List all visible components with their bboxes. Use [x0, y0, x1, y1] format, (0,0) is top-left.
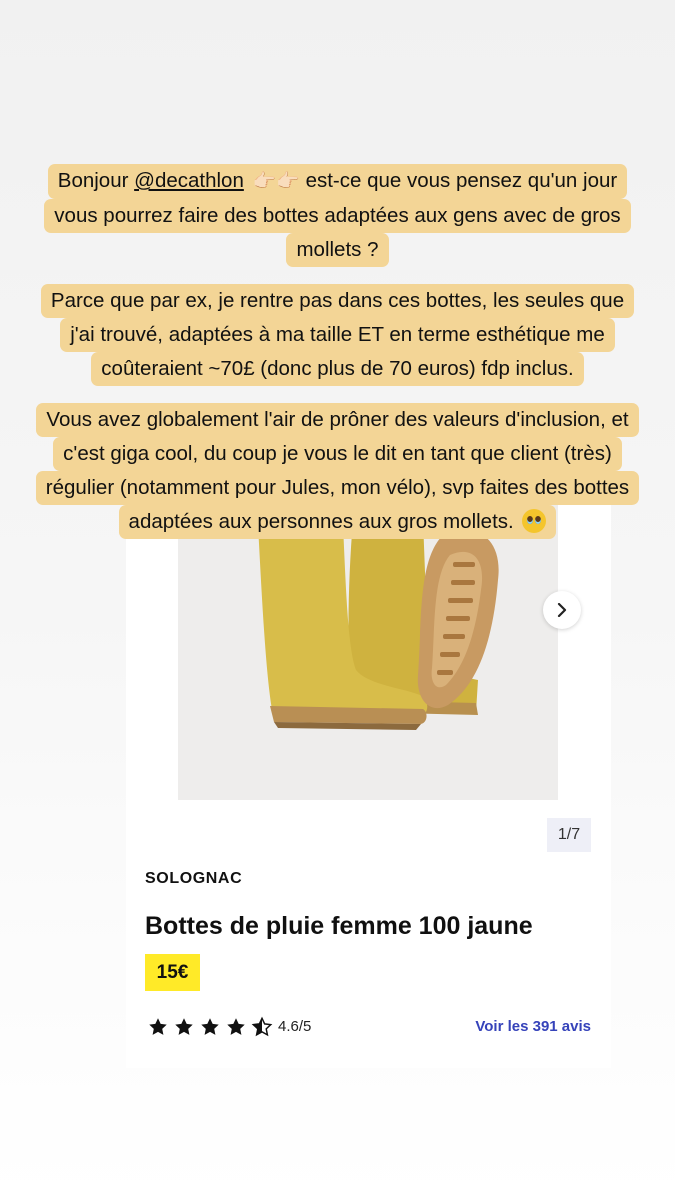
pleading-face-icon [522, 509, 547, 533]
caption-text: adaptées aux personnes aux gros mollets. [128, 510, 514, 533]
caption-line: mollets ? [286, 233, 389, 267]
star-rating [147, 1016, 273, 1038]
product-title: Bottes de pluie femme 100 jaune [145, 912, 533, 940]
next-image-button[interactable] [543, 591, 581, 629]
caption-line: adaptées aux personnes aux gros mollets. [118, 505, 557, 539]
see-reviews-link[interactable]: Voir les 391 avis [475, 1018, 591, 1035]
caption-line: Parce que par ex, je rentre pas dans ces… [40, 284, 635, 318]
product-price: 15€ [145, 954, 200, 991]
caption-paragraph-2: Parce que par ex, je rentre pas dans ces… [40, 284, 635, 386]
star-full-icon [201, 1018, 219, 1035]
caption-line: j'ai trouvé, adaptées à ma taille ET en … [60, 318, 615, 352]
caption-paragraph-1: Bonjour @decathlon 👉🏻👉🏻 est-ce que vous … [44, 164, 631, 267]
mention-link[interactable]: @decathlon [134, 169, 244, 192]
caption-line: coûteraient ~70£ (donc plus de 70 euros)… [91, 352, 584, 386]
star-full-icon [227, 1018, 245, 1035]
chevron-right-icon [557, 603, 567, 617]
image-counter: 1/7 [547, 818, 591, 852]
caption-line: c'est giga cool, du coup je vous le dit … [53, 437, 622, 471]
caption-line: Vous avez globalement l'air de prôner de… [36, 403, 639, 437]
caption-line: vous pourrez faire des bottes adaptées a… [44, 199, 631, 233]
product-brand[interactable]: SOLOGNAC [145, 870, 242, 888]
caption-text: est-ce que vous pensez qu'un jour [299, 169, 618, 192]
rating-value: 4.6/5 [278, 1018, 312, 1035]
caption-line: Bonjour @decathlon 👉🏻👉🏻 est-ce que vous … [47, 164, 628, 199]
star-full-icon [175, 1018, 193, 1035]
star-full-icon [149, 1018, 167, 1035]
caption-paragraph-3: Vous avez globalement l'air de prôner de… [35, 403, 640, 539]
caption-line: régulier (notamment pour Jules, mon vélo… [35, 471, 640, 505]
pointing-hands-emoji: 👉🏻👉🏻 [252, 171, 300, 192]
caption-text: Bonjour [57, 169, 135, 192]
star-half-icon [251, 1016, 273, 1037]
story-caption: Bonjour @decathlon 👉🏻👉🏻 est-ce que vous … [0, 164, 675, 556]
